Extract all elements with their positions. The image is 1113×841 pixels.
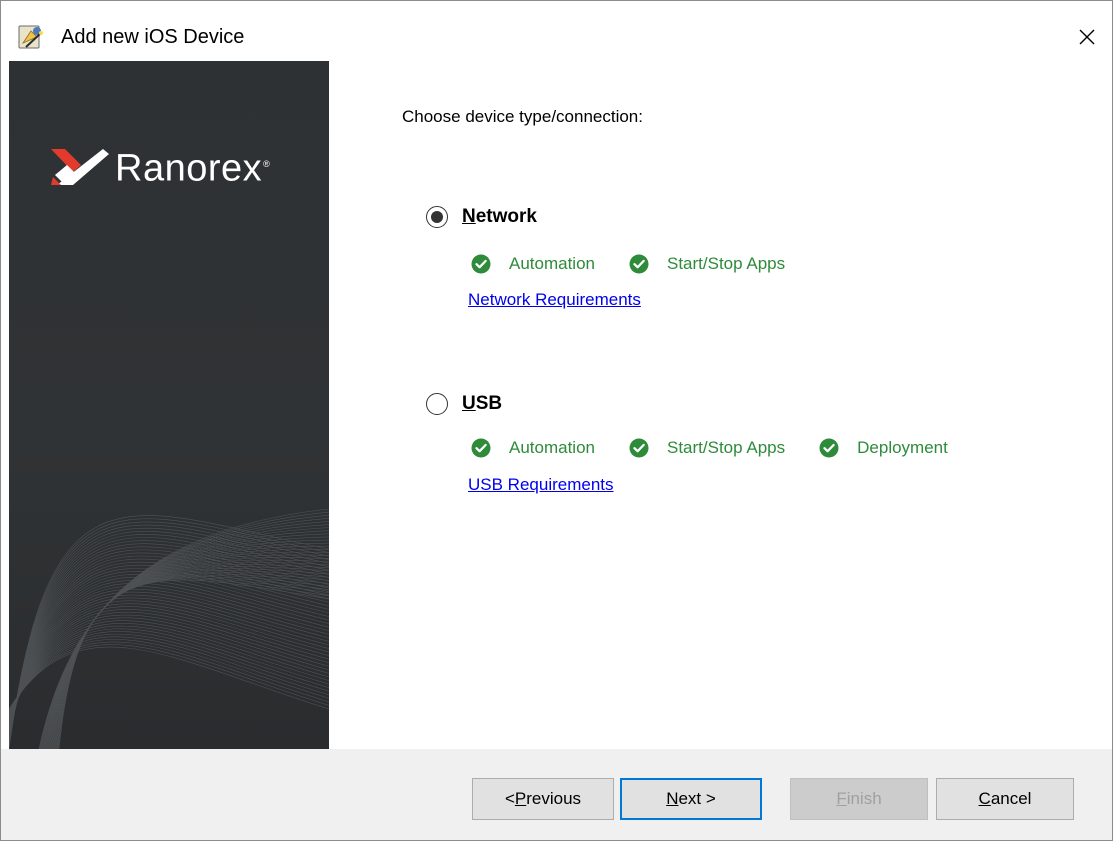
network-option[interactable]: Network — [426, 206, 537, 228]
wizard-banner: Ranorex® — [9, 61, 329, 749]
check-circle-icon — [471, 438, 491, 458]
window-title: Add new iOS Device — [61, 26, 245, 48]
check-circle-icon — [819, 438, 839, 458]
feature-item: Start/Stop Apps — [629, 438, 785, 458]
close-icon — [1079, 29, 1095, 45]
check-circle-icon — [629, 254, 649, 274]
network-radio[interactable] — [426, 206, 448, 228]
feature-item: Deployment — [819, 438, 948, 458]
connection-prompt: Choose device type/connection: — [402, 107, 643, 126]
cancel-button[interactable]: Cancel — [936, 778, 1074, 820]
close-button[interactable] — [1062, 17, 1112, 57]
check-circle-icon — [629, 438, 649, 458]
network-requirements-link[interactable]: Network Requirements — [468, 290, 641, 310]
dialog-window: Add new iOS Device Ranorex® Choose devic… — [0, 0, 1113, 841]
brand-logo: Ranorex® — [47, 143, 270, 190]
usb-option[interactable]: USB — [426, 393, 502, 415]
banner-wave-graphic — [9, 508, 329, 749]
brand-name: Ranorex® — [115, 147, 271, 190]
feature-item: Start/Stop Apps — [629, 254, 785, 274]
title-bar[interactable]: Add new iOS Device — [1, 1, 1112, 61]
check-circle-icon — [471, 254, 491, 274]
previous-button[interactable]: < Previous — [472, 778, 614, 820]
usb-requirements-link[interactable]: USB Requirements — [468, 475, 614, 495]
feature-item: Automation — [471, 254, 595, 274]
finish-button[interactable]: Finish — [790, 778, 928, 820]
network-features: Automation Start/Stop Apps — [471, 254, 819, 274]
usb-label[interactable]: USB — [462, 393, 502, 415]
ranorex-logo-icon — [51, 149, 109, 186]
usb-radio[interactable] — [426, 393, 448, 415]
network-label[interactable]: Network — [462, 206, 537, 228]
device-wizard-icon — [18, 25, 43, 49]
radio-selected-dot — [431, 211, 443, 223]
usb-features: Automation Start/Stop Apps Deployment — [471, 438, 982, 458]
feature-item: Automation — [471, 438, 595, 458]
next-button[interactable]: Next > — [620, 778, 762, 820]
